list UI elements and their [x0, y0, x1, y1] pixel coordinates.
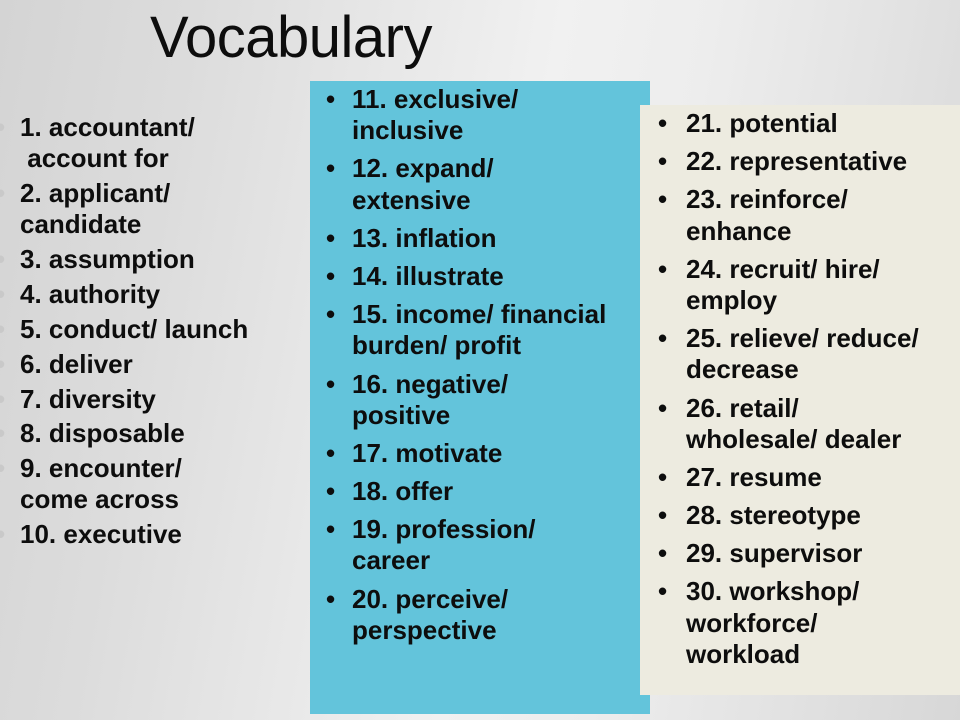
bullet-icon: • [326, 260, 336, 291]
bullet-icon: • [0, 384, 5, 415]
list-item-label: 18. offer [352, 476, 454, 507]
list-item-label: 28. stereotype [686, 500, 861, 531]
bullet-icon: • [326, 222, 336, 253]
list-item-label: 19. profession/ career [352, 514, 536, 576]
list-item: • 28. stereotype [640, 500, 960, 531]
list-item: • 10. executive [0, 519, 300, 550]
list-item-label: 23. reinforce/ enhance [686, 184, 848, 246]
vocabulary-column-two: • 11. exclusive/ inclusive • 12. expand/ e… [310, 84, 670, 653]
list-item-label: 29. supervisor [686, 538, 863, 569]
list-item: • 29. supervisor [640, 538, 960, 569]
list-item-label: 11. exclusive/ inclusive [352, 84, 519, 146]
list-item: • 20. perceive/ perspective [310, 584, 670, 646]
bullet-icon: • [0, 279, 5, 310]
list-item: • 9. encounter/ come across [0, 453, 300, 515]
list-item: • 27. resume [640, 462, 960, 493]
list-item: • 21. potential [640, 108, 960, 139]
list-item: • 26. retail/ wholesale/ dealer [640, 393, 960, 455]
vocabulary-column-three: • 21. potential • 22. representative • 23. … [640, 108, 960, 677]
list-item-label: 3. assumption [20, 243, 195, 274]
bullet-icon: • [658, 538, 668, 569]
list-item: • 22. representative [640, 146, 960, 177]
list-item-label: 9. encounter/ come across [20, 453, 182, 515]
list-item: • 2. applicant/ candidate [0, 178, 300, 240]
list-item-label: 22. representative [686, 146, 908, 177]
list-item-label: 14. illustrate [352, 260, 504, 291]
bullet-icon: • [658, 146, 668, 177]
bullet-icon: • [658, 108, 668, 138]
vocabulary-list-one: • 1. accountant/ account for • 2. applican… [0, 112, 300, 550]
list-item: • 4. authority [0, 279, 300, 310]
bullet-icon: • [0, 244, 5, 275]
list-item-label: 17. motivate [352, 437, 503, 468]
list-item-label: 4. authority [20, 278, 161, 309]
bullet-icon: • [0, 314, 5, 345]
list-item-label: 5. conduct/ launch [20, 313, 249, 344]
list-item-label: 16. negative/ positive [352, 368, 509, 430]
list-item: • 16. negative/ positive [310, 369, 670, 431]
list-item-label: 13. inflation [352, 222, 497, 253]
list-item: • 3. assumption [0, 244, 300, 275]
list-item: • 17. motivate [310, 438, 670, 469]
list-item-label: 10. executive [20, 519, 182, 550]
list-item: • 23. reinforce/ enhance [640, 184, 960, 246]
bullet-icon: • [326, 437, 336, 468]
bullet-icon: • [658, 253, 668, 284]
list-item-label: 15. income/ financial burden/ profit [352, 299, 607, 361]
bullet-icon: • [326, 299, 336, 330]
bullet-icon: • [326, 368, 336, 399]
list-item: • 14. illustrate [310, 261, 670, 292]
bullet-icon: • [326, 583, 336, 614]
bullet-icon: • [326, 153, 336, 184]
bullet-icon: • [0, 519, 5, 550]
list-item: • 1. accountant/ account for [0, 112, 300, 174]
list-item: • 30. workshop/ workforce/ workload [640, 576, 960, 670]
list-item-label: 7. diversity [20, 383, 156, 414]
vocabulary-list-two: • 11. exclusive/ inclusive • 12. expand/ e… [310, 84, 670, 646]
list-item-label: 30. workshop/ workforce/ workload [686, 576, 860, 669]
bullet-icon: • [658, 184, 668, 215]
bullet-icon: • [0, 418, 5, 449]
list-item: • 12. expand/ extensive [310, 153, 670, 215]
bullet-icon: • [658, 500, 668, 531]
bullet-icon: • [658, 323, 668, 354]
bullet-icon: • [658, 392, 668, 423]
bullet-icon: • [658, 576, 668, 607]
list-item-label: 20. perceive/ perspective [352, 583, 509, 645]
list-item: • 8. disposable [0, 418, 300, 449]
bullet-icon: • [0, 349, 5, 380]
list-item-label: 27. resume [686, 461, 822, 492]
slide-canvas: Vocabulary • 1. accountant/ account for •… [0, 0, 960, 720]
list-item-label: 12. expand/ extensive [352, 153, 494, 215]
bullet-icon: • [658, 461, 668, 492]
page-title: Vocabulary [150, 5, 432, 70]
list-item: • 13. inflation [310, 223, 670, 254]
vocabulary-list-three: • 21. potential • 22. representative • 23. … [640, 108, 960, 670]
list-item-label: 25. relieve/ reduce/ decrease [686, 323, 919, 385]
list-item-label: 21. potential [686, 108, 838, 138]
bullet-icon: • [0, 453, 5, 484]
list-item-label: 6. deliver [20, 348, 133, 379]
list-item-label: 24. recruit/ hire/ employ [686, 253, 880, 315]
bullet-icon: • [326, 84, 336, 114]
list-item-label: 8. disposable [20, 418, 185, 449]
bullet-icon: • [326, 514, 336, 545]
list-item: • 24. recruit/ hire/ employ [640, 254, 960, 316]
list-item-label: 26. retail/ wholesale/ dealer [686, 392, 902, 454]
list-item: • 5. conduct/ launch [0, 314, 300, 345]
vocabulary-column-one: • 1. accountant/ account for • 2. applican… [0, 112, 300, 554]
list-item: • 7. diversity [0, 384, 300, 415]
bullet-icon: • [0, 178, 5, 209]
list-item: • 15. income/ financial burden/ profit [310, 299, 670, 361]
list-item-label: 2. applicant/ candidate [20, 177, 171, 239]
list-item: • 25. relieve/ reduce/ decrease [640, 323, 960, 385]
bullet-icon: • [0, 112, 5, 143]
bullet-icon: • [326, 476, 336, 507]
list-item: • 18. offer [310, 476, 670, 507]
list-item: • 19. profession/ career [310, 514, 670, 576]
list-item: • 11. exclusive/ inclusive [310, 84, 670, 146]
list-item: • 6. deliver [0, 349, 300, 380]
list-item-label: 1. accountant/ account for [20, 112, 195, 173]
